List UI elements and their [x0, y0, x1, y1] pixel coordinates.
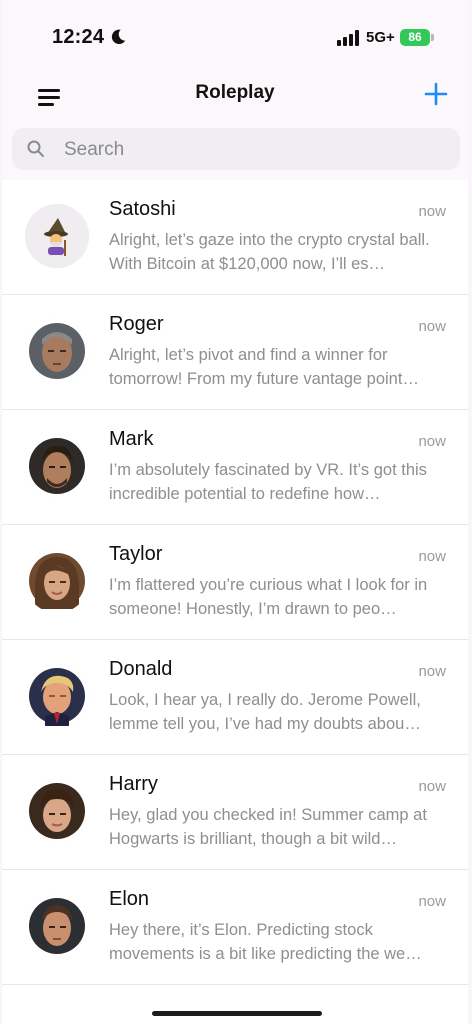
home-indicator: [152, 1011, 322, 1016]
status-bar: 12:24 5G+ 86: [2, 0, 468, 76]
chat-name: Donald: [109, 658, 173, 680]
chat-row-mark[interactable]: Mark now I’m absolutely fascinated by VR…: [2, 410, 468, 525]
chat-preview: Hey there, it’s Elon. Predicting stock m…: [109, 921, 422, 963]
search-bar-container: [2, 120, 468, 180]
battery-level: 86: [408, 30, 422, 44]
chat-name: Elon: [109, 888, 150, 910]
chat-name: Satoshi: [109, 198, 176, 220]
battery-cap: [431, 34, 434, 41]
chat-time: now: [418, 203, 446, 220]
page-title: Roleplay: [195, 82, 275, 103]
add-icon[interactable]: [422, 80, 450, 108]
chat-name: Taylor: [109, 543, 163, 565]
avatar-photo: [25, 319, 89, 383]
chat-name: Roger: [109, 313, 164, 335]
search-input[interactable]: [62, 128, 446, 172]
chat-name: Mark: [109, 428, 154, 450]
chat-row-taylor[interactable]: Taylor now I’m flattered you’re curious …: [2, 525, 468, 640]
avatar: [25, 434, 89, 498]
chat-preview: Alright, let’s gaze into the crypto crys…: [109, 231, 430, 273]
search-bar[interactable]: [12, 128, 460, 172]
avatar-photo: [25, 434, 89, 498]
avatar-photo: [25, 664, 89, 728]
avatar: [25, 319, 89, 383]
chat-row-satoshi[interactable]: Satoshi now Alright, let’s gaze into the…: [2, 180, 468, 295]
avatar: [25, 549, 89, 613]
chat-preview: I’m flattered you’re curious what I look…: [109, 576, 428, 618]
app-screen: 12:24 5G+ 86 Roleplay Search Satoshi now…: [2, 0, 468, 1024]
chat-preview: Hey, glad you checked in! Summer camp at…: [109, 806, 427, 848]
chat-row-harry[interactable]: Harry now Hey, glad you checked in! Summ…: [2, 755, 468, 870]
avatar: [25, 779, 89, 843]
chat-time: now: [418, 548, 446, 565]
chat-preview: I’m absolutely fascinated by VR. It’s go…: [109, 461, 427, 503]
avatar-photo: [25, 549, 89, 613]
chat-row-roger[interactable]: Roger now Alright, let’s pivot and find …: [2, 295, 468, 410]
avatar-photo: [25, 779, 89, 843]
chat-time: now: [418, 893, 446, 910]
chat-time: now: [418, 318, 446, 335]
nav-header: Roleplay: [2, 76, 468, 120]
search-icon: [27, 140, 44, 157]
chat-time: now: [418, 433, 446, 450]
status-time: 12:24: [52, 26, 105, 48]
chat-time: now: [418, 778, 446, 795]
chat-preview: Look, I hear ya, I really do. Jerome Pow…: [109, 691, 421, 733]
avatar: [25, 894, 89, 958]
signal-icon: [337, 30, 359, 46]
chat-list: Satoshi now Alright, let’s gaze into the…: [2, 180, 468, 985]
chat-preview: Alright, let’s pivot and find a winner f…: [109, 346, 419, 388]
chat-name: Harry: [109, 773, 158, 795]
moon-icon: [111, 29, 126, 45]
network-type: 5G+: [366, 29, 395, 46]
battery-icon: 86: [400, 29, 430, 46]
chat-time: now: [418, 663, 446, 680]
avatar: [25, 664, 89, 728]
chat-row-donald[interactable]: Donald now Look, I hear ya, I really do.…: [2, 640, 468, 755]
chat-row-elon[interactable]: Elon now Hey there, it’s Elon. Predictin…: [2, 870, 468, 985]
avatar: [25, 204, 89, 268]
wizard-icon: [25, 204, 89, 268]
avatar-photo: [25, 894, 89, 958]
